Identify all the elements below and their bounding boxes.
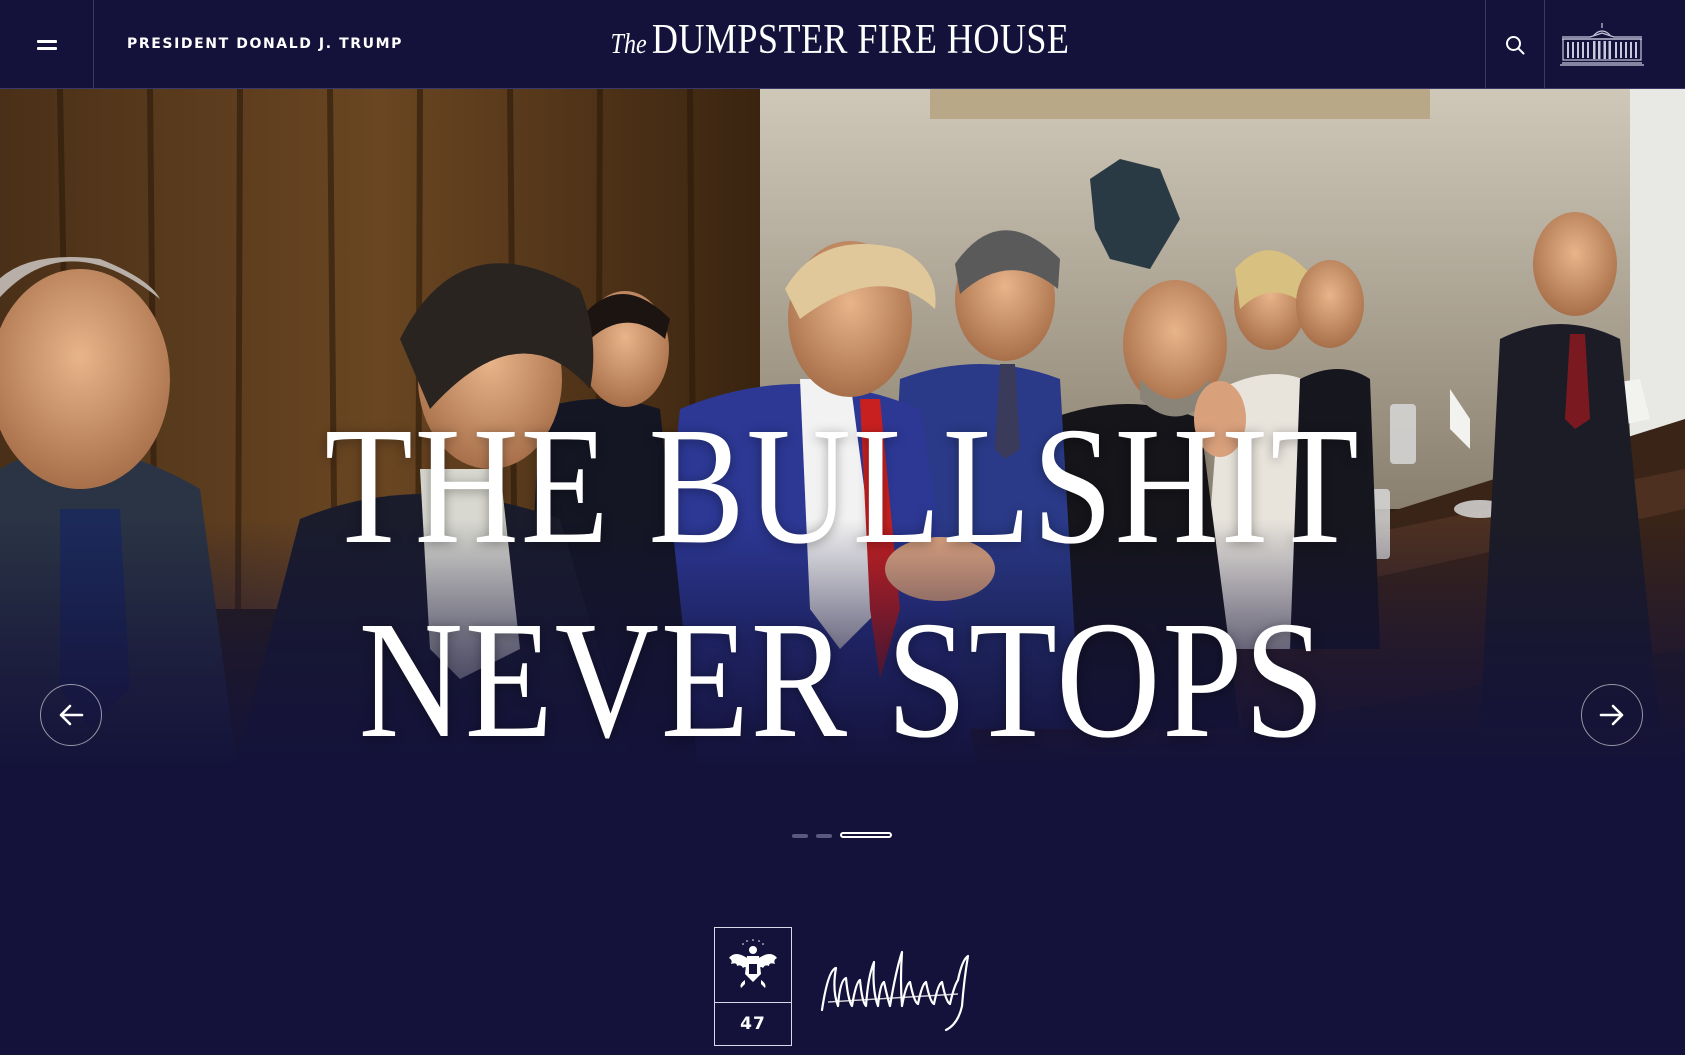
headline-line-1: THE BULLSHIT (324, 393, 1361, 579)
site-title-name: DUMPSTER FIRE HOUSE (651, 17, 1070, 63)
site-title-prefix: The (610, 29, 647, 60)
arrow-right-icon (1599, 704, 1624, 726)
headline-line-2: NEVER STOPS (358, 587, 1327, 773)
carousel-next-button[interactable] (1581, 684, 1643, 746)
arrow-left-icon (59, 704, 84, 726)
search-button[interactable] (1485, 0, 1545, 89)
carousel-dot-3[interactable] (840, 832, 892, 838)
page: PRESIDENT DONALD J. TRUMP The DUMPSTER FI… (0, 0, 1685, 1055)
white-house-logo-icon[interactable] (1560, 22, 1644, 66)
site-title[interactable]: The DUMPSTER FIRE HOUSE (599, 16, 1081, 64)
carousel-dot-2[interactable] (816, 834, 832, 838)
president-link[interactable]: PRESIDENT DONALD J. TRUMP (127, 0, 403, 89)
hero-carousel: THE BULLSHIT NEVER STOPS (0, 89, 1685, 1055)
president-number: 47 (740, 1014, 766, 1034)
hero-headline: THE BULLSHIT NEVER STOPS (118, 389, 1567, 777)
site-header: PRESIDENT DONALD J. TRUMP The DUMPSTER FI… (0, 0, 1685, 89)
presidential-badge: 47 (714, 927, 792, 1046)
menu-button[interactable] (0, 0, 94, 89)
presidential-eagle-seal-icon (715, 939, 791, 1003)
carousel-prev-button[interactable] (40, 684, 102, 746)
carousel-dot-1[interactable] (792, 834, 808, 838)
hamburger-menu-icon (36, 39, 57, 50)
signature-image (820, 950, 970, 1032)
search-icon (1506, 35, 1525, 54)
